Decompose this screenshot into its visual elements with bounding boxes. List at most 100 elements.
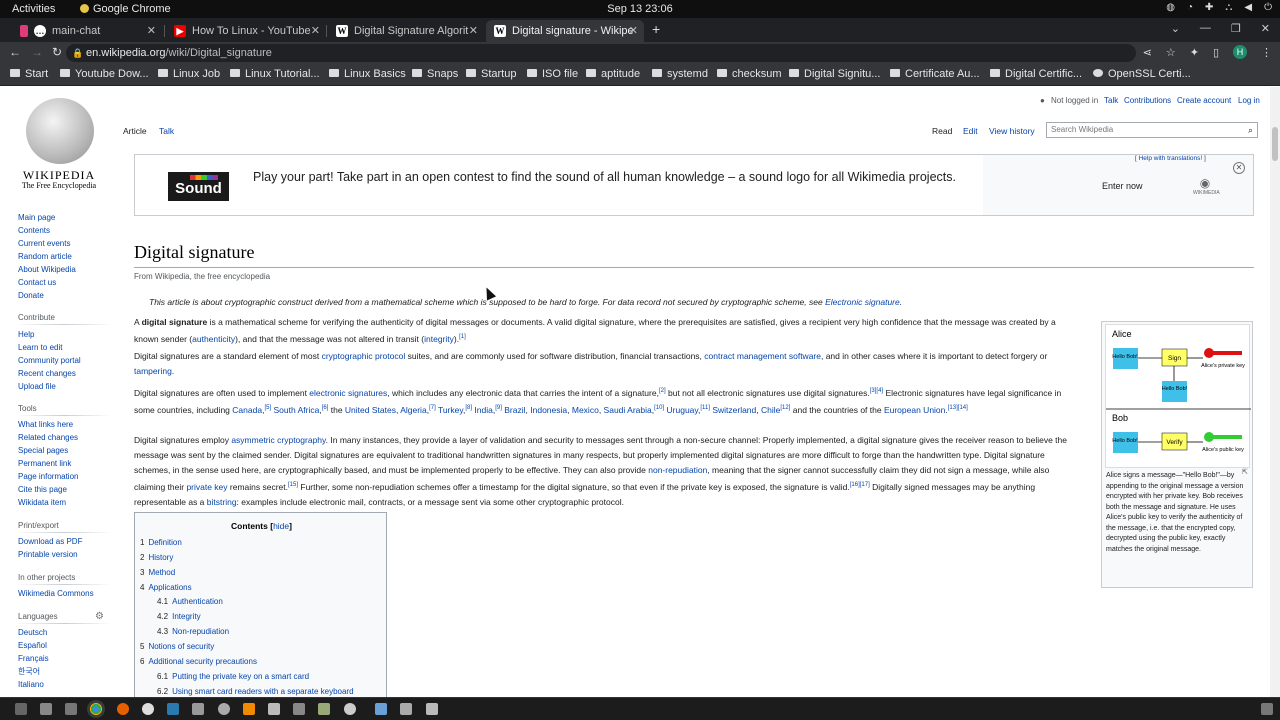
toc-item[interactable]: 4 Applications — [140, 583, 192, 592]
close-tab-icon[interactable]: ✕ — [311, 24, 320, 37]
bookmark-item[interactable]: Certificate Au... — [890, 68, 980, 80]
dock-chrome-icon[interactable] — [90, 703, 102, 715]
nav-link[interactable]: Community portal — [18, 356, 81, 365]
extensions-icon[interactable]: ✦ — [1190, 46, 1199, 59]
system-tray[interactable]: ◍ ◔ ✚ ⛬ ◀ ⏻ — [1166, 2, 1272, 13]
nav-link[interactable]: Download as PDF — [18, 537, 82, 546]
toc-item[interactable]: 6 Additional security precautions — [140, 657, 257, 666]
nav-link[interactable]: Special pages — [18, 446, 68, 455]
scrollbar-thumb[interactable] — [1272, 127, 1278, 161]
dock-app-icon[interactable] — [426, 703, 438, 715]
toc-item[interactable]: 4.2 Integrity — [157, 612, 201, 621]
bookmark-item[interactable]: systemd — [652, 68, 708, 80]
enter-now-button[interactable]: Enter now — [1102, 181, 1143, 191]
nav-link[interactable]: Help — [18, 330, 34, 339]
toc-hide-link[interactable]: hide — [273, 521, 289, 531]
share-icon[interactable]: ⋖ — [1143, 46, 1152, 59]
citation[interactable]: [3][4] — [870, 388, 883, 394]
back-icon[interactable]: ← — [9, 45, 21, 59]
bookmark-star-icon[interactable]: ☆ — [1166, 46, 1176, 59]
dock-app-icon[interactable] — [400, 703, 412, 715]
nav-link[interactable]: Recent changes — [18, 369, 76, 378]
nav-link[interactable]: Upload file — [18, 382, 56, 391]
nav-link[interactable]: About Wikipedia — [18, 265, 76, 274]
nav-link[interactable]: Wikidata item — [18, 498, 66, 507]
nav-link[interactable]: Page information — [18, 472, 78, 481]
toc-item[interactable]: 3 Method — [140, 568, 175, 577]
nav-link[interactable]: Random article — [18, 252, 72, 261]
page-scrollbar[interactable] — [1270, 87, 1280, 697]
link-country[interactable]: Algeria — [400, 405, 426, 415]
citation[interactable]: [16][17] — [850, 482, 870, 488]
power-icon[interactable]: ⏻ — [1264, 2, 1272, 13]
toc-item[interactable]: 5 Notions of security — [140, 642, 214, 651]
citation[interactable]: [10] — [654, 405, 664, 411]
toc-item[interactable]: 6.2 Using smart card readers with a separ… — [157, 687, 354, 696]
search-icon[interactable]: ⌕ — [1248, 123, 1253, 137]
bookmark-item[interactable]: Youtube Dow... — [60, 68, 149, 80]
contributions-link[interactable]: Contributions — [1124, 96, 1171, 105]
nav-link[interactable]: Learn to edit — [18, 343, 62, 352]
link-country[interactable]: Mexico — [572, 405, 599, 415]
network-icon[interactable]: ⛬ — [1225, 2, 1232, 13]
link-cryptographic-protocol[interactable]: cryptographic protocol — [322, 351, 406, 361]
link-bitstring[interactable]: bitstring — [207, 497, 237, 507]
dock-app-icon[interactable] — [40, 703, 52, 715]
bookmark-item[interactable]: Linux Tutorial... — [230, 68, 320, 80]
nav-link[interactable]: Main page — [18, 213, 55, 222]
nav-link[interactable]: Wikimedia Commons — [18, 589, 94, 598]
tab-youtube[interactable]: ▶ How To Linux - YouTube ✕ — [166, 20, 326, 42]
link-authenticity[interactable]: authenticity — [192, 334, 235, 344]
tab-edit[interactable]: Edit — [963, 126, 978, 136]
nav-link[interactable]: 한국어 — [18, 667, 40, 676]
citation[interactable]: [15] — [288, 482, 298, 488]
citation[interactable]: [2] — [659, 388, 666, 394]
link-country[interactable]: Uruguay — [667, 405, 699, 415]
language-settings-icon[interactable]: ⚙ — [95, 611, 104, 622]
tab-article[interactable]: Article — [123, 126, 147, 136]
citation[interactable]: [7] — [429, 405, 436, 411]
tab-read[interactable]: Read — [932, 126, 952, 136]
nav-link[interactable]: Permanent link — [18, 459, 71, 468]
bookmark-item[interactable]: Linux Basics — [329, 68, 406, 80]
tab-main-chat[interactable]: … main-chat ✕ — [12, 20, 162, 42]
nav-link[interactable]: Français — [18, 654, 49, 663]
bookmark-item[interactable]: aptitude — [586, 68, 640, 80]
close-tab-icon[interactable]: ✕ — [147, 24, 156, 37]
nav-link[interactable]: Donate — [18, 291, 44, 300]
reload-icon[interactable]: ↻ — [52, 45, 62, 59]
wikipedia-globe-logo[interactable] — [26, 98, 94, 164]
bookmark-item[interactable]: Startup — [466, 68, 516, 80]
nav-link[interactable]: Contents — [18, 226, 50, 235]
menu-icon[interactable]: ⋮ — [1261, 46, 1272, 59]
link-european-union[interactable]: European Union — [884, 405, 945, 415]
toc-item[interactable]: 1 Definition — [140, 538, 182, 547]
new-tab-button[interactable]: + — [652, 21, 660, 37]
citation[interactable]: [8] — [465, 405, 472, 411]
citation[interactable]: [9] — [495, 405, 502, 411]
citation[interactable]: [12] — [780, 405, 790, 411]
talk-link[interactable]: Talk — [1104, 96, 1118, 105]
link-country[interactable]: South Africa — [273, 405, 319, 415]
volume-icon[interactable]: ◀ — [1244, 2, 1252, 13]
link-country[interactable]: Chile — [761, 405, 780, 415]
link-country[interactable]: Canada — [232, 405, 262, 415]
close-banner-icon[interactable]: ✕ — [1233, 162, 1245, 174]
dock-app-icon[interactable] — [218, 703, 230, 715]
sound-logo[interactable]: Sound — [168, 172, 229, 201]
bookmark-item[interactable]: ISO file — [527, 68, 578, 80]
nav-link[interactable]: Related changes — [18, 433, 78, 442]
clock[interactable]: Sep 13 23:06 — [0, 3, 1280, 15]
citation[interactable]: [1] — [459, 334, 466, 340]
nav-link[interactable]: Printable version — [18, 550, 78, 559]
hatnote-link[interactable]: Electronic signature — [825, 297, 900, 307]
tab-digital-signature[interactable]: W Digital signature - Wikipe ✕ — [486, 20, 644, 42]
dock-vlc-icon[interactable] — [243, 703, 255, 715]
bookmark-item[interactable]: OpenSSL Certi... — [1093, 68, 1191, 80]
link-tampering[interactable]: tampering — [134, 366, 172, 376]
citation[interactable]: [11] — [700, 405, 710, 411]
dock-app-icon[interactable] — [293, 703, 305, 715]
profile-avatar[interactable]: H — [1233, 45, 1247, 59]
tab-view-history[interactable]: View history — [989, 126, 1035, 136]
dock-show-apps-icon[interactable] — [1261, 703, 1273, 715]
